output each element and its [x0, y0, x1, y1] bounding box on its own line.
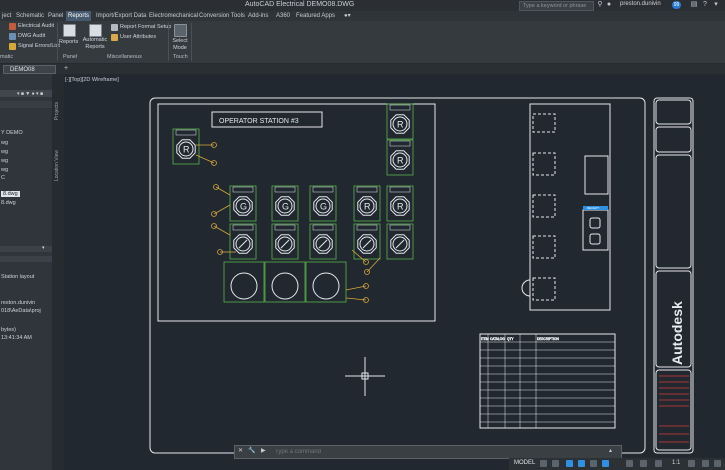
device-nameplate — [274, 186, 296, 193]
device-nameplate — [356, 186, 378, 193]
pushbutton-outline — [305, 261, 347, 303]
pushbutton-outline — [264, 261, 306, 303]
pushbutton-head — [271, 272, 299, 300]
title-block-cell — [655, 126, 692, 153]
polar-icon[interactable] — [578, 460, 585, 467]
power-light-label: R — [183, 145, 190, 155]
command-input[interactable] — [275, 446, 575, 457]
workspace-icon[interactable] — [688, 460, 695, 467]
bom-header: QTY — [507, 337, 514, 341]
device-nameplate — [356, 224, 378, 231]
model-space-button[interactable]: MODEL — [514, 460, 535, 466]
bom-header: DESCRIPTION — [537, 337, 559, 341]
red-light-label: R — [397, 156, 404, 166]
green-light-label: G — [240, 202, 247, 212]
red-light-label: R — [364, 202, 371, 212]
annotation-scale[interactable]: 1:1 — [672, 460, 680, 466]
green-light-label: G — [320, 202, 327, 212]
bom-header: ITEM — [481, 337, 489, 341]
device-nameplate — [232, 224, 254, 231]
command-line: ✕ 🔧 ▶ ▴ — [234, 445, 622, 459]
object-tracking-icon[interactable] — [626, 460, 633, 467]
bom-header: CATALOG — [490, 337, 505, 341]
device-nameplate — [389, 186, 411, 193]
device-nameplate — [274, 224, 296, 231]
device-nameplate — [389, 224, 411, 231]
red-light-label: R — [397, 120, 404, 130]
selector-handle — [395, 239, 405, 249]
selector-handle — [238, 239, 248, 249]
snap-icon[interactable] — [552, 460, 559, 467]
pushbutton-head — [312, 272, 340, 300]
customize-icon[interactable]: 🔧 — [248, 447, 255, 454]
grid-icon[interactable] — [540, 460, 547, 467]
customization-icon[interactable] — [714, 460, 721, 467]
isodraft-icon[interactable] — [590, 460, 597, 467]
selector-handle — [318, 239, 328, 249]
title-block-cell — [655, 99, 692, 125]
outlet-label: RECEPT — [587, 206, 599, 210]
device-nameplate — [389, 140, 411, 147]
selector-handle — [362, 239, 372, 249]
osnap-icon[interactable] — [602, 460, 609, 467]
pushbutton-outline — [223, 261, 265, 303]
annotation-scale-icon[interactable] — [655, 460, 662, 467]
station-title: OPERATOR STATION #3 — [219, 118, 299, 125]
title-block-cell — [655, 154, 692, 269]
device-nameplate — [389, 104, 411, 111]
green-light-label: G — [282, 202, 289, 212]
wire — [345, 285, 367, 291]
device-nameplate — [175, 129, 197, 136]
ortho-icon[interactable] — [566, 460, 573, 467]
autodesk-logo: Autodesk — [669, 301, 685, 365]
pushbutton-head — [230, 272, 258, 300]
device-nameplate — [232, 186, 254, 193]
device-nameplate — [312, 186, 334, 193]
prompt-icon[interactable]: ▶ — [261, 447, 266, 454]
lineweight-icon[interactable] — [640, 460, 647, 467]
outlet-plate — [584, 155, 609, 195]
drawing-svg: RECEPT OPERATOR STATION #3 Autodesk R R R G… — [149, 97, 694, 454]
settings-icon[interactable] — [702, 460, 709, 467]
close-icon[interactable]: ✕ — [238, 447, 243, 454]
device-nameplate — [312, 224, 334, 231]
command-history-icon[interactable]: ▴ — [609, 447, 612, 454]
wire — [345, 297, 367, 301]
red-light-label: R — [397, 202, 404, 212]
selector-handle — [280, 239, 290, 249]
